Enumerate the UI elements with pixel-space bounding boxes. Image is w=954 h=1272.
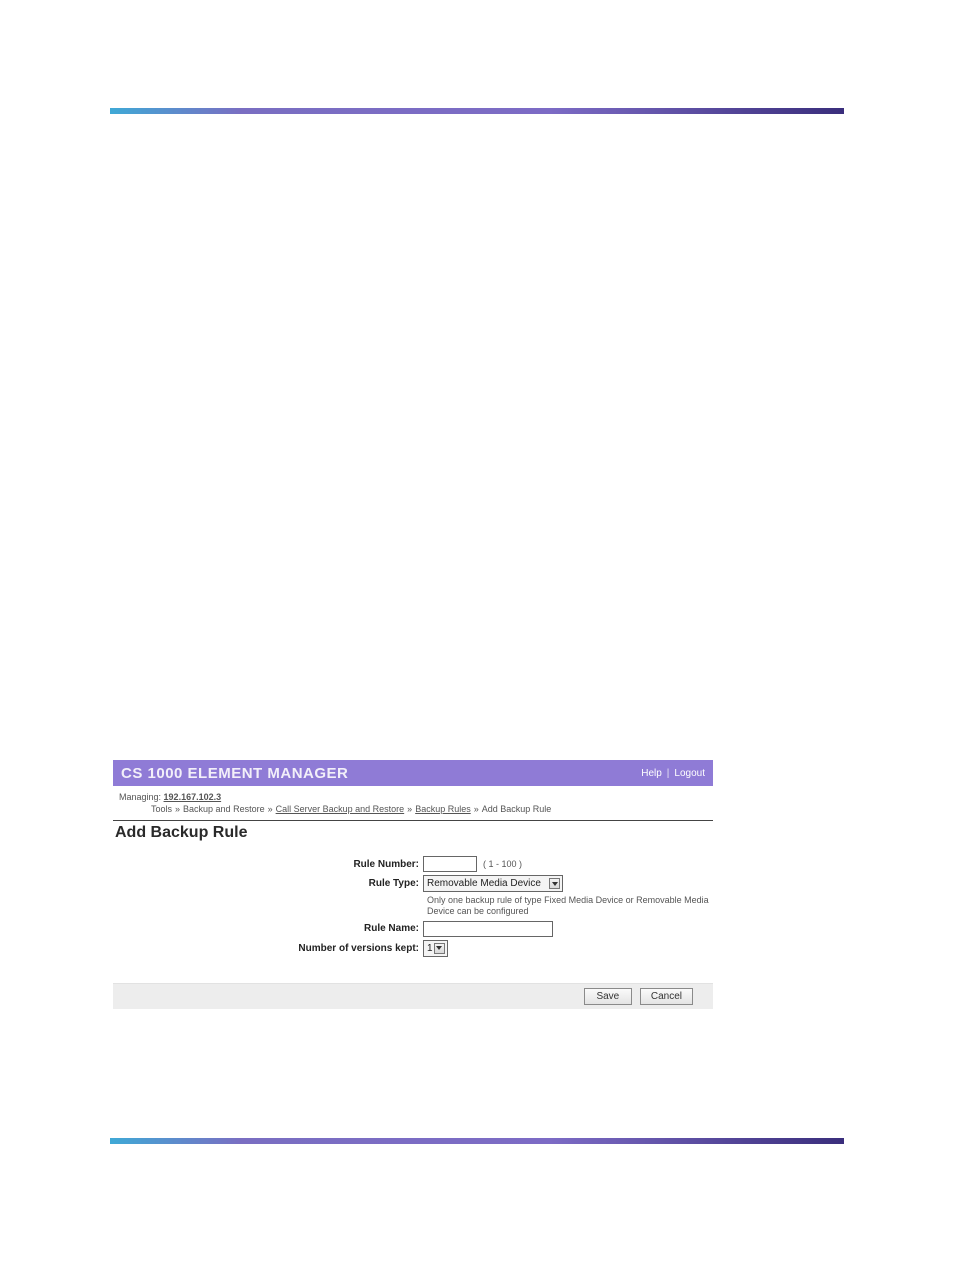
backup-rule-form: Rule Number: ( 1 - 100 ) Rule Type: Remo… — [113, 856, 713, 957]
breadcrumb-item-call-server[interactable]: Call Server Backup and Restore — [276, 804, 405, 814]
managing-ip-link[interactable]: 192.167.102.3 — [164, 792, 222, 802]
save-button[interactable]: Save — [584, 988, 632, 1005]
label-rule-type: Rule Type: — [113, 878, 423, 889]
breadcrumb: Tools » Backup and Restore » Call Server… — [113, 804, 713, 820]
managing-row: Managing: 192.167.102.3 — [113, 786, 713, 804]
breadcrumb-item-backup-rules[interactable]: Backup Rules — [415, 804, 471, 814]
help-link[interactable]: Help — [641, 768, 662, 779]
label-rule-number: Rule Number: — [113, 859, 423, 870]
breadcrumb-item-tools: Tools — [151, 804, 172, 814]
rule-number-range: ( 1 - 100 ) — [483, 859, 522, 869]
page: CS 1000 ELEMENT MANAGER Help | Logout Ma… — [0, 0, 954, 1272]
top-divider — [110, 108, 844, 114]
breadcrumb-item-backup-restore: Backup and Restore — [183, 804, 265, 814]
chevron-down-icon — [549, 878, 560, 889]
section-title-wrap: Add Backup Rule — [113, 820, 713, 842]
rule-name-input[interactable] — [423, 921, 553, 937]
rule-type-selected: Removable Media Device — [427, 878, 541, 889]
breadcrumb-sep: » — [474, 804, 479, 814]
breadcrumb-sep: » — [175, 804, 180, 814]
breadcrumb-sep: » — [407, 804, 412, 814]
chevron-down-icon — [434, 943, 445, 954]
app-titlebar: CS 1000 ELEMENT MANAGER Help | Logout — [113, 760, 713, 786]
label-rule-name: Rule Name: — [113, 923, 423, 934]
page-title: Add Backup Rule — [113, 824, 713, 842]
button-bar: Save Cancel — [113, 983, 713, 1009]
breadcrumb-item-add-rule: Add Backup Rule — [482, 804, 552, 814]
rule-type-hint: Only one backup rule of type Fixed Media… — [113, 895, 713, 918]
label-versions: Number of versions kept: — [113, 943, 423, 954]
app-title: CS 1000 ELEMENT MANAGER — [121, 765, 348, 782]
row-versions: Number of versions kept: 1 — [113, 940, 713, 957]
rule-number-input[interactable] — [423, 856, 477, 872]
element-manager-screenshot: CS 1000 ELEMENT MANAGER Help | Logout Ma… — [113, 760, 713, 1009]
row-rule-number: Rule Number: ( 1 - 100 ) — [113, 856, 713, 872]
rule-type-select[interactable]: Removable Media Device — [423, 875, 563, 892]
header-divider: | — [667, 768, 670, 779]
cancel-button[interactable]: Cancel — [640, 988, 693, 1005]
row-rule-name: Rule Name: — [113, 921, 713, 937]
logout-link[interactable]: Logout — [674, 768, 705, 779]
breadcrumb-sep: » — [268, 804, 273, 814]
versions-select[interactable]: 1 — [423, 940, 448, 957]
bottom-divider — [110, 1138, 844, 1144]
managing-label: Managing: — [119, 792, 161, 802]
header-links: Help | Logout — [641, 768, 705, 779]
versions-selected: 1 — [427, 943, 433, 954]
row-rule-type: Rule Type: Removable Media Device — [113, 875, 713, 892]
